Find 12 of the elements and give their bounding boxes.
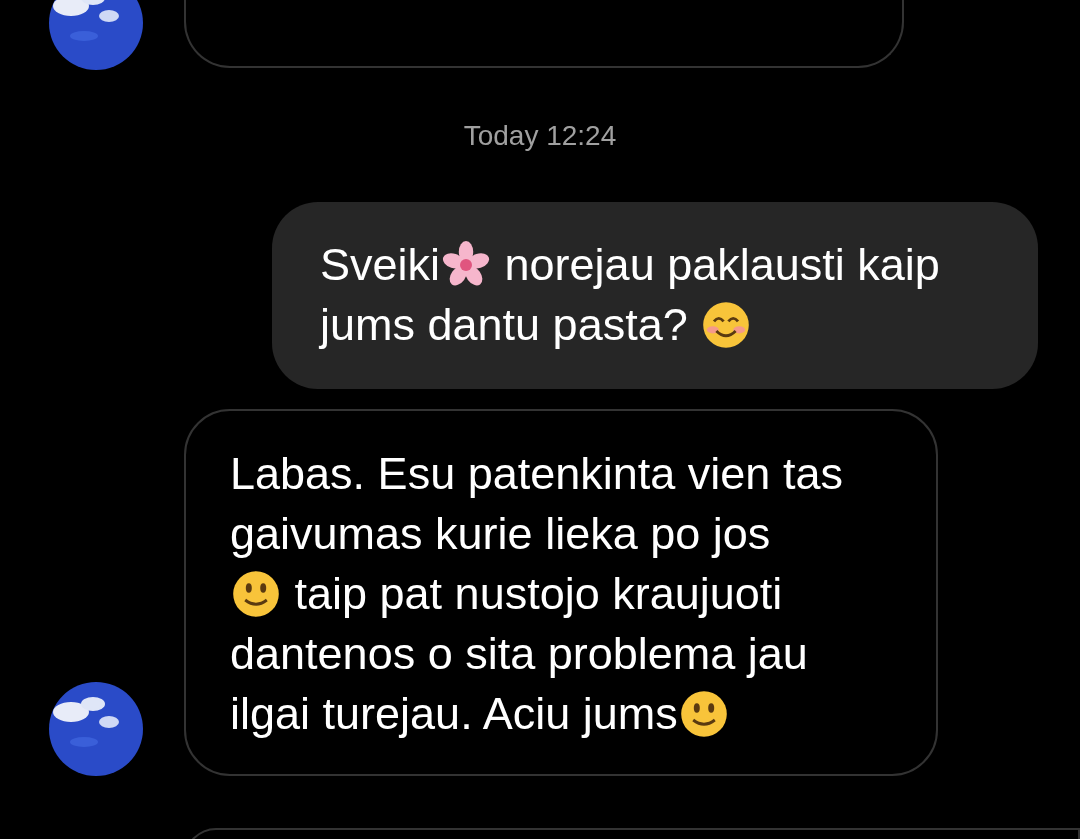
message-text: taip pat nustojo kraujuoti [293, 567, 783, 621]
timestamp: Today 12:24 [463, 120, 617, 152]
smiling-face-icon [232, 570, 280, 618]
message-text: jums dantu pasta? [320, 298, 689, 352]
message-text: ilgai turejau. Aciu jums [230, 687, 678, 741]
message-text: Sveiki [320, 238, 441, 292]
smiling-face-icon [702, 301, 751, 349]
message-text: norejau paklausti kaip [503, 238, 940, 292]
message-text: gaivumas kurie lieka po jos [230, 507, 771, 561]
smiling-face-icon [679, 690, 728, 738]
message-text: Labas. Esu patenkinta vien tas [230, 447, 843, 501]
message-text: dantenos o sita problema jau [230, 627, 808, 681]
